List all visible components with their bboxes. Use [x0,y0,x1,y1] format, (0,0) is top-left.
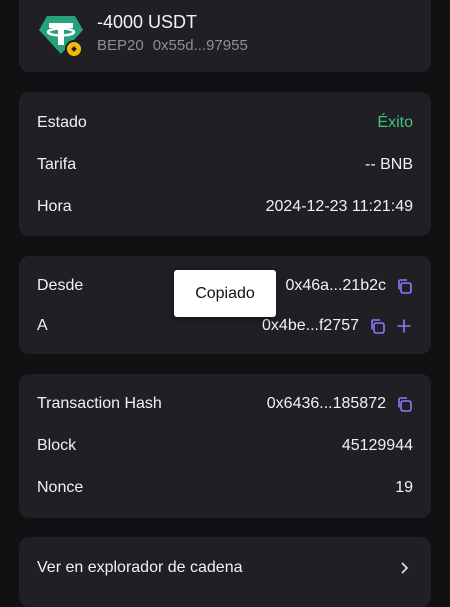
fee-row: Tarifa -- BNB [37,153,413,177]
status-label: Estado [37,114,87,131]
block-value: 45129944 [341,437,413,454]
chevron-right-icon[interactable] [395,559,413,577]
bnb-badge-icon [65,40,83,58]
copy-icon[interactable] [368,317,386,335]
time-row: Hora 2024-12-23 11:21:49 [37,195,413,219]
explorer-link-card[interactable]: Ver en explorador de cadena [19,537,431,607]
status-card: Estado Éxito Tarifa -- BNB Hora 2024-12-… [19,92,431,236]
transaction-details-card: Transaction Hash 0x6436...185872 Block 4… [19,374,431,518]
nonce-row: Nonce 19 [37,476,413,500]
time-label: Hora [37,198,72,215]
nonce-label: Nonce [37,479,84,496]
network-label: BEP20 [97,37,144,54]
block-label: Block [37,437,77,454]
copy-icon[interactable] [395,395,413,413]
fee-label: Tarifa [37,156,77,173]
status-row: Estado Éxito [37,111,413,135]
fee-value: -- BNB [365,156,413,173]
from-address[interactable]: 0x46a...21b2c [285,277,386,295]
nonce-value: 19 [395,479,413,496]
status-value: Éxito [377,114,413,131]
block-row: Block 45129944 [37,434,413,458]
explorer-link-label[interactable]: Ver en explorador de cadena [37,559,242,577]
copied-toast: Copiado [174,270,276,317]
add-contact-icon[interactable] [395,317,413,335]
to-row: A 0x4be...f2757 [37,314,413,338]
token-header-card: -4000 USDT BEP20 0x55d...97955 [19,0,431,72]
hash-label: Transaction Hash [37,395,162,412]
hash-value[interactable]: 0x6436...185872 [267,395,386,413]
to-address[interactable]: 0x4be...f2757 [262,317,359,335]
contract-address: 0x55d...97955 [152,37,248,54]
transaction-amount: -4000 USDT [97,12,198,32]
copy-icon[interactable] [395,277,413,295]
time-value: 2024-12-23 11:21:49 [265,198,413,215]
tether-icon [37,10,85,58]
to-label: A [37,317,48,334]
hash-row: Transaction Hash 0x6436...185872 [37,392,413,416]
from-label: Desde [37,277,84,294]
